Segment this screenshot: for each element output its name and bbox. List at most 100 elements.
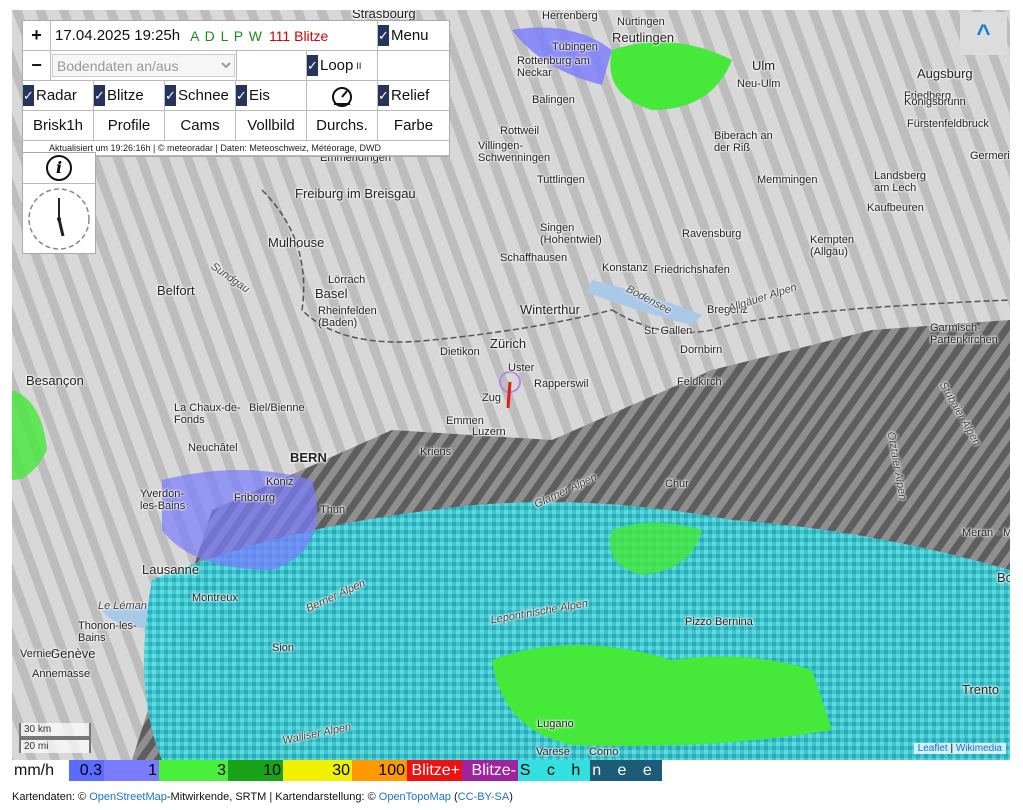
place-label: Singen (Hohentwiel) [540, 222, 602, 246]
legend-segment: 10 [228, 760, 283, 781]
wikimedia-link[interactable]: Wikimedia [956, 743, 1002, 754]
zoom-out-button[interactable]: − [23, 51, 51, 80]
place-label: Belfort [157, 283, 195, 298]
menu-button[interactable]: ✓ Menu [378, 21, 449, 50]
footer-mid: -Mitwirkende, SRTM | Kartendarstellung: … [166, 791, 379, 803]
footer-prefix: Kartendaten: © [12, 791, 90, 803]
ground-data-select[interactable]: Bodendaten an/aus [52, 54, 235, 77]
legend-segment: 0.3 [69, 760, 104, 781]
place-label: Landsberg am Lech [874, 170, 926, 194]
place-label: Rapperswil [534, 378, 589, 390]
opentopomap-link[interactable]: OpenTopoMap [379, 791, 451, 803]
place-label: Como [589, 746, 619, 758]
toggle-label: Relief [391, 87, 430, 104]
color-button[interactable]: Farbe [378, 111, 449, 140]
checkmark-icon: ✓ [23, 85, 34, 106]
ground-data-cell: Bodendaten an/aus [51, 51, 237, 80]
place-label: Fribourg [234, 492, 275, 504]
place-label: Rottweil [500, 125, 540, 137]
panel-row-3: ✓ Radar ✓ Blitze ✓ Schnee ✓ Eis ✓ Relief [23, 81, 449, 111]
place-label: Ulm [752, 58, 776, 73]
osm-link[interactable]: OpenStreetMap [89, 791, 167, 803]
checkmark-icon: ✓ [94, 85, 105, 106]
toggle-radar[interactable]: ✓ Radar [23, 81, 94, 110]
legend-unit: mm/h [14, 761, 54, 779]
zoom-in-button[interactable]: + [23, 21, 51, 50]
place-label: Zürich [490, 336, 527, 351]
place-label: Neuchâtel [188, 442, 238, 454]
speed-button[interactable] [307, 81, 378, 110]
place-label: Kaufbeuren [867, 202, 924, 214]
place-label: Königsbrunn [904, 96, 966, 108]
info-icon: i [46, 155, 72, 181]
place-label: Varese [536, 746, 571, 758]
place-label: Schaffhausen [500, 252, 568, 264]
place-label: Tuttlingen [537, 174, 585, 186]
toggle-label: Blitze [107, 87, 144, 104]
map-scale: 30 km 20 mi [19, 723, 91, 753]
toggle-label: Schnee [178, 87, 229, 104]
place-label: Biel/Bienne [249, 402, 305, 414]
checkmark-icon: ✓ [236, 85, 247, 106]
toggle-label: Eis [249, 87, 270, 104]
place-label: Yverdon-les-Bains [140, 488, 186, 512]
loop-label: Loop [320, 57, 354, 74]
place-label: Ravensburg [682, 228, 742, 240]
place-label: Köniz [266, 476, 294, 488]
place-label: Reutlingen [612, 30, 675, 45]
toggle-label: Radar [36, 87, 77, 104]
legend-segment: n e e [590, 760, 662, 781]
legend-segment: 30 [283, 760, 352, 781]
brisk1h-button[interactable]: Brisk1h [23, 111, 94, 140]
legend-segment: 1 [104, 760, 159, 781]
info-button[interactable]: i [23, 153, 95, 184]
map-attribution: Leaflet | Wikimedia [913, 743, 1006, 754]
menu-label: Menu [391, 27, 429, 44]
place-label: Herrenberg [542, 10, 598, 22]
place-label: Friedrichshafen [654, 264, 730, 276]
footer-close-paren: ) [509, 791, 513, 803]
place-label: Uster [508, 362, 535, 374]
toggle-blitze[interactable]: ✓ Blitze [94, 81, 165, 110]
collapse-panel-button[interactable]: ^ [960, 12, 1007, 55]
loop-button[interactable]: ✓ Loop II [307, 51, 378, 80]
place-label: Sion [272, 642, 295, 654]
place-label: BERN [290, 450, 327, 465]
place-label: Le Léman [98, 600, 147, 612]
place-label: Mulhouse [268, 235, 325, 250]
place-label: Konstanz [602, 262, 648, 274]
empty-cell [237, 51, 307, 80]
place-label: Rottenburg am Neckar [517, 55, 590, 79]
profile-button[interactable]: Profile [94, 111, 165, 140]
panel-row-4: Brisk1h Profile Cams Vollbild Durchs. Fa… [23, 111, 449, 141]
place-label: Dietikon [440, 346, 480, 358]
place-label: Zug [482, 392, 501, 404]
place-label: Lugano [537, 718, 574, 730]
toggle-relief[interactable]: ✓ Relief [378, 81, 449, 110]
network-letters: A D L P W [190, 27, 263, 44]
place-label: Basel [315, 286, 348, 301]
toggle-schnee[interactable]: ✓ Schnee [165, 81, 236, 110]
legend-segments: 0.3 1 3 10 30 100 Blitze+ Blitze- S c hn e e [69, 760, 662, 781]
scale-metric: 30 km [19, 723, 91, 738]
place-label: Augsburg [917, 66, 973, 81]
place-label: Dornbirn [680, 344, 723, 356]
cams-button[interactable]: Cams [165, 111, 236, 140]
transparency-button[interactable]: Durchs. [307, 111, 378, 140]
license-link[interactable]: CC-BY-SA [458, 791, 510, 803]
place-label: Trento [962, 682, 1000, 697]
toggle-eis[interactable]: ✓ Eis [236, 81, 307, 110]
place-label: Luzern [472, 426, 506, 438]
place-label: Kempten (Allgäu) [810, 234, 855, 258]
footer-open-paren: ( [450, 791, 458, 803]
leaflet-link[interactable]: Leaflet [918, 743, 948, 754]
fullscreen-button[interactable]: Vollbild [236, 111, 307, 140]
speedometer-icon [332, 86, 352, 107]
place-label: Thun [320, 504, 346, 516]
datetime-label: 17.04.2025 19:25h [55, 27, 181, 44]
checkmark-icon: ✓ [307, 55, 318, 76]
place-label: Thonon-les-Bains [78, 620, 137, 644]
checkmark-icon: ✓ [378, 85, 389, 106]
checkmark-icon: ✓ [165, 85, 176, 106]
scale-imperial: 20 mi [19, 738, 91, 753]
